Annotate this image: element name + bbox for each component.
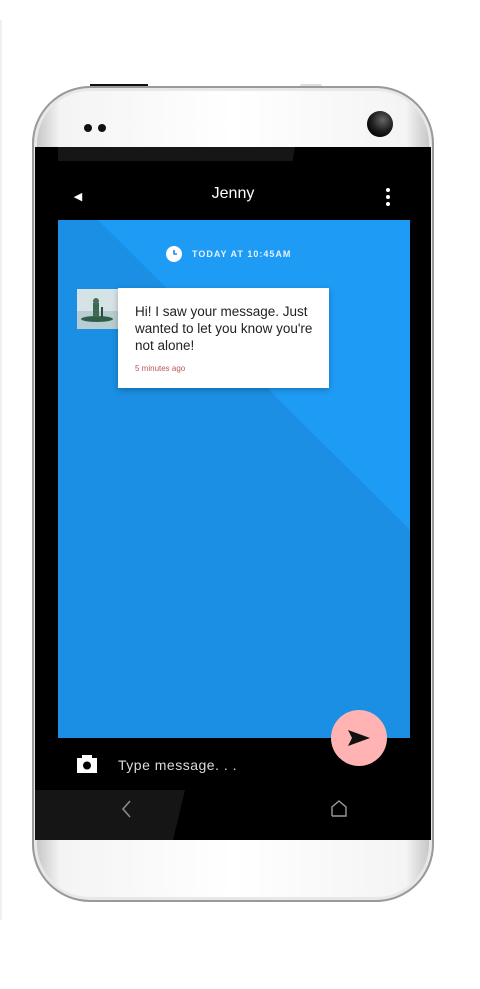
avatar-photo — [77, 289, 119, 329]
more-vert-icon[interactable] — [378, 186, 398, 208]
nav-back-icon[interactable] — [116, 798, 138, 820]
clock-icon — [166, 246, 182, 262]
send-button[interactable] — [331, 710, 387, 766]
camera-icon[interactable] — [76, 754, 98, 774]
nav-home-icon[interactable] — [329, 799, 349, 819]
message-time: 5 minutes ago — [135, 364, 186, 373]
page-edge — [0, 20, 2, 920]
screen-gloss — [58, 147, 295, 161]
message-bubble[interactable]: Hi! I saw your message. Just wanted to l… — [118, 288, 329, 388]
message-input[interactable]: Type message. . . — [118, 754, 318, 776]
back-triangle-icon[interactable]: ◀ — [70, 188, 86, 206]
sensor-dot — [98, 124, 106, 132]
front-camera — [367, 111, 393, 137]
chat-title: Jenny — [211, 185, 255, 202]
message-text: Hi! I saw your message. Just wanted to l… — [135, 304, 313, 353]
screen-gloss — [35, 790, 185, 840]
sensor-dot — [84, 124, 92, 132]
send-icon — [348, 730, 370, 746]
timestamp-row: TODAY AT 10:45AM — [166, 245, 316, 263]
avatar[interactable] — [77, 289, 119, 329]
timestamp-text: TODAY AT 10:45AM — [192, 249, 292, 259]
